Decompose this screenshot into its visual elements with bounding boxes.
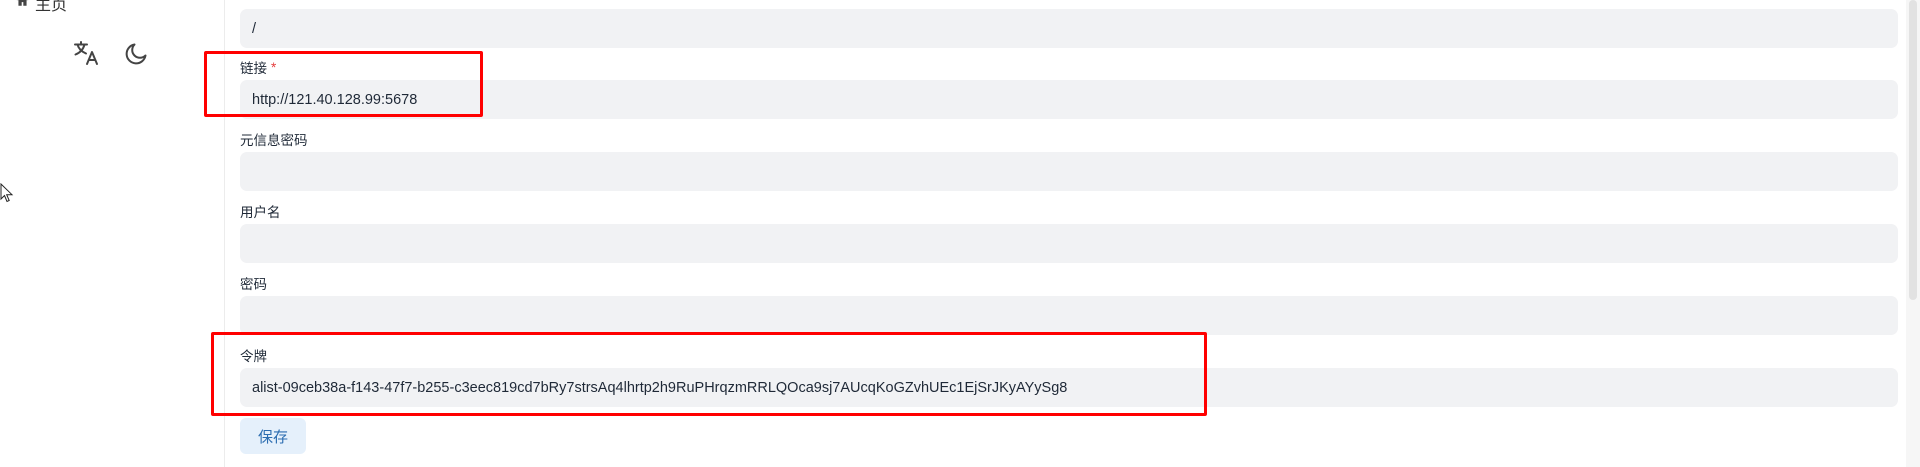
home-icon (16, 0, 29, 12)
moon-icon (123, 39, 151, 72)
meta-password-input[interactable] (240, 152, 1898, 191)
mount-path-input[interactable] (240, 9, 1898, 48)
username-input[interactable] (240, 224, 1898, 263)
token-label: 令牌 (240, 349, 267, 364)
scrollbar-thumb[interactable] (1909, 0, 1917, 300)
save-button[interactable]: 保存 (240, 418, 306, 454)
url-label: 链接 * (240, 57, 276, 77)
required-mark: * (271, 59, 277, 75)
storage-form: 链接 * 元信息密码 用户名 密码 令牌 保存 (240, 0, 1900, 467)
page-scrollbar[interactable] (1906, 0, 1920, 467)
sidebar: 主页 (0, 0, 225, 467)
home-link[interactable]: 主页 (16, 0, 68, 14)
home-label: 主页 (35, 0, 68, 14)
url-label-text: 链接 (240, 61, 267, 76)
token-input[interactable] (240, 368, 1898, 407)
password-label: 密码 (240, 277, 267, 292)
theme-toggle-button[interactable] (122, 40, 152, 70)
username-label: 用户名 (240, 205, 281, 220)
password-input[interactable] (240, 296, 1898, 335)
language-switch-button[interactable] (72, 40, 102, 70)
url-input[interactable] (240, 80, 1898, 119)
meta-password-label: 元信息密码 (240, 133, 308, 148)
mouse-cursor-icon (0, 182, 14, 203)
translate-icon (73, 39, 101, 72)
